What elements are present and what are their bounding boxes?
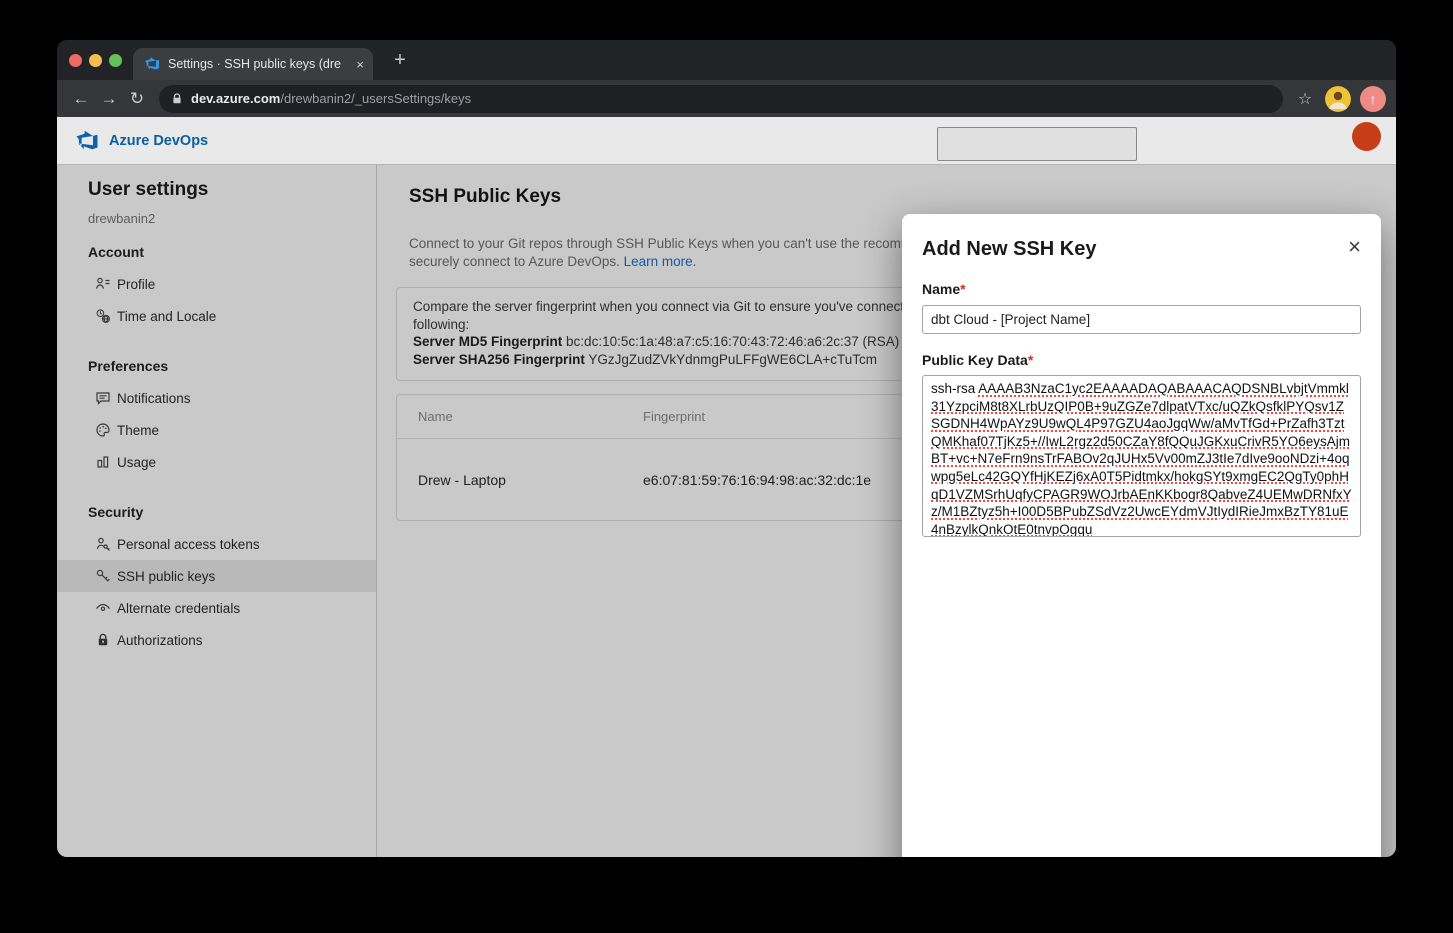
key-name-cell: Drew - Laptop — [397, 472, 643, 488]
tab-title: Settings · SSH public keys (dre — [168, 57, 348, 71]
sidebar-item-label: SSH public keys — [117, 569, 215, 584]
new-tab-button[interactable]: + — [387, 48, 413, 74]
sidebar-item-label: Time and Locale — [117, 309, 216, 324]
person-icon — [95, 276, 111, 292]
url-host: dev.azure.com — [191, 91, 280, 106]
browser-profile-avatar[interactable] — [1325, 86, 1351, 112]
lock-icon — [95, 632, 111, 648]
time-locale-icon — [95, 308, 111, 324]
add-ssh-key-modal: Add New SSH Key × Name* dbt Cloud - [Pro… — [902, 214, 1381, 857]
azure-devops-favicon — [144, 56, 160, 72]
sidebar-item-authorizations[interactable]: Authorizations — [57, 624, 376, 656]
public-key-field-label: Public Key Data* — [922, 352, 1361, 368]
sidebar-section-account: Account — [88, 244, 376, 260]
sidebar-item-label: Alternate credentials — [117, 601, 240, 616]
theme-icon — [95, 422, 111, 438]
required-asterisk: * — [1028, 352, 1033, 368]
address-bar[interactable]: dev.azure.com/drewbanin2/_usersSettings/… — [159, 85, 1283, 113]
browser-update-icon[interactable]: ↑ — [1360, 86, 1386, 112]
browser-window: Settings · SSH public keys (dre × + ← → … — [57, 40, 1396, 857]
header-search-input[interactable] — [937, 127, 1137, 161]
close-icon[interactable]: × — [1348, 236, 1361, 258]
key-intro-text: ssh-rsa — [931, 381, 978, 396]
sidebar-item-usage[interactable]: Usage — [57, 446, 376, 478]
user-avatar[interactable] — [1352, 122, 1381, 151]
key-body-text: AAAAB3NzaC1yc2EAAAADAQABAAACAQDSNBLvbjtV… — [931, 381, 1352, 537]
intro-line-2: securely connect to Azure DevOps. — [409, 254, 624, 269]
name-label-text: Name — [922, 281, 960, 297]
sidebar-item-label: Personal access tokens — [117, 537, 260, 552]
sidebar-username: drewbanin2 — [88, 211, 376, 226]
sidebar-item-alternate-credentials[interactable]: Alternate credentials — [57, 592, 376, 624]
settings-sidebar: User settings drewbanin2 Account Profile… — [57, 165, 377, 857]
public-key-label-text: Public Key Data — [922, 352, 1028, 368]
sidebar-item-personal-access-tokens[interactable]: Personal access tokens — [57, 528, 376, 560]
sidebar-item-label: Profile — [117, 277, 155, 292]
refresh-icon[interactable]: ↻ — [123, 85, 151, 113]
sidebar-item-label: Theme — [117, 423, 159, 438]
browser-tab[interactable]: Settings · SSH public keys (dre × — [133, 48, 373, 80]
md5-label: Server MD5 Fingerprint — [413, 334, 562, 349]
column-header-name: Name — [397, 409, 643, 424]
sidebar-section-security: Security — [88, 504, 376, 520]
window-minimize-button[interactable] — [89, 54, 102, 67]
azure-devops-header: Azure DevOps — [57, 117, 1396, 165]
page-title: SSH Public Keys — [409, 186, 561, 208]
lock-icon — [171, 93, 183, 105]
sidebar-item-profile[interactable]: Profile — [57, 268, 376, 300]
modal-title: Add New SSH Key — [922, 238, 1096, 261]
usage-icon — [95, 454, 111, 470]
azure-devops-logo[interactable] — [75, 129, 99, 153]
window-zoom-button[interactable] — [109, 54, 122, 67]
forward-icon[interactable]: → — [95, 85, 123, 113]
sidebar-item-label: Usage — [117, 455, 156, 470]
notifications-icon — [95, 390, 111, 406]
tab-strip: Settings · SSH public keys (dre × + — [57, 40, 1396, 80]
name-input-value: dbt Cloud - [Project Name] — [931, 312, 1090, 327]
window-close-button[interactable] — [69, 54, 82, 67]
tab-close-icon[interactable]: × — [356, 57, 364, 72]
browser-toolbar: ← → ↻ dev.azure.com/drewbanin2/_usersSet… — [57, 80, 1396, 117]
sha256-label: Server SHA256 Fingerprint — [413, 352, 585, 367]
md5-value: bc:dc:10:5c:1a:48:a7:c5:16:70:43:72:46:a… — [562, 334, 899, 349]
sidebar-item-theme[interactable]: Theme — [57, 414, 376, 446]
sidebar-item-notifications[interactable]: Notifications — [57, 382, 376, 414]
sidebar-item-label: Notifications — [117, 391, 191, 406]
name-input[interactable]: dbt Cloud - [Project Name] — [922, 305, 1361, 334]
url-path: /drewbanin2/_usersSettings/keys — [280, 91, 471, 106]
name-field-label: Name* — [922, 281, 1361, 297]
learn-more-link[interactable]: Learn more. — [624, 254, 697, 269]
sidebar-title: User settings — [88, 179, 376, 201]
public-key-textarea[interactable]: ssh-rsa AAAAB3NzaC1yc2EAAAADAQABAAACAQDS… — [922, 375, 1361, 537]
eye-icon — [95, 600, 111, 616]
ssh-key-icon — [95, 568, 111, 584]
back-icon[interactable]: ← — [67, 85, 95, 113]
brand-title[interactable]: Azure DevOps — [109, 133, 208, 149]
required-asterisk: * — [960, 281, 965, 297]
bookmark-star-icon[interactable]: ☆ — [1293, 89, 1317, 109]
sidebar-item-ssh-public-keys[interactable]: SSH public keys — [57, 560, 376, 592]
page: Azure DevOps User settings drewbanin2 Ac… — [57, 117, 1396, 857]
sha256-value: YGzJgZudZVkYdnmgPuLFFgWE6CLA+cTuTcm — [585, 352, 877, 367]
personal-access-tokens-icon — [95, 536, 111, 552]
sidebar-item-time-and-locale[interactable]: Time and Locale — [57, 300, 376, 332]
sidebar-item-label: Authorizations — [117, 633, 203, 648]
sidebar-section-preferences: Preferences — [88, 358, 376, 374]
